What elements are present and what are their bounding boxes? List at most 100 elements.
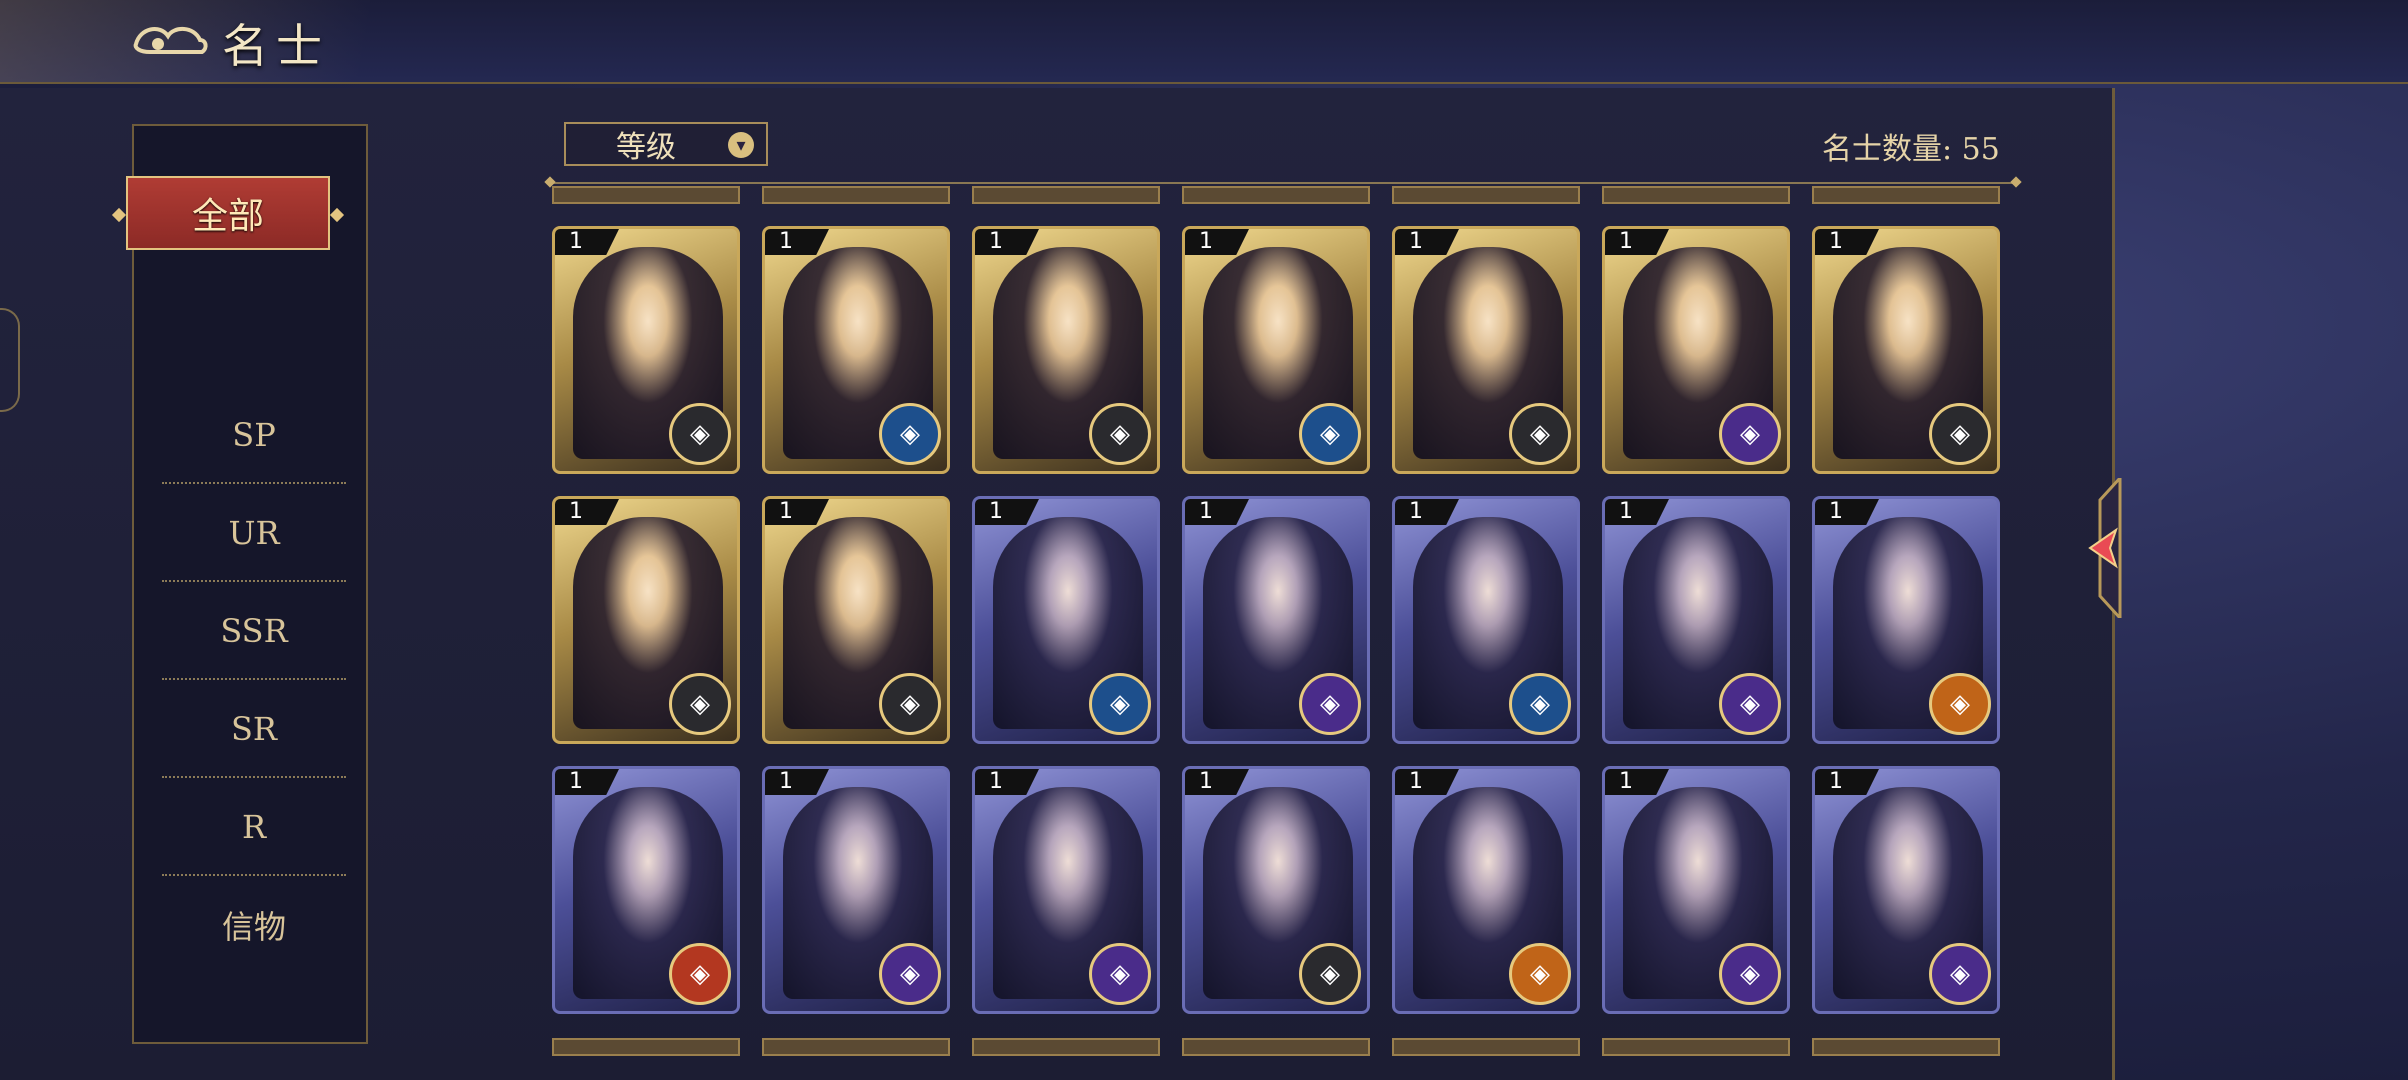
level-badge: 1 [1815, 229, 1879, 255]
character-card[interactable]: 1 ◈ [972, 496, 1160, 744]
character-card[interactable]: 1 ◈ [1182, 226, 1370, 474]
level-badge: 1 [1815, 499, 1879, 525]
character-card[interactable]: 1 ◈ [1812, 766, 2000, 1014]
level-badge: 1 [1185, 499, 1249, 525]
level-badge: 1 [1605, 229, 1669, 255]
character-card[interactable]: 1 ◈ [1392, 766, 1580, 1014]
character-card[interactable]: 1 ◈ [1812, 226, 2000, 474]
left-edge-decoration [0, 308, 20, 412]
level-badge: 1 [1395, 769, 1459, 795]
level-badge: 1 [555, 499, 619, 525]
character-card[interactable]: 1 ◈ [552, 766, 740, 1014]
filter-tab-all[interactable]: 全部 [126, 176, 330, 250]
purple-element-icon: ◈ [1299, 673, 1361, 735]
peek-card [1812, 1038, 2000, 1056]
blue-element-icon: ◈ [1509, 673, 1571, 735]
rarity-filter-sidebar: 全部 SP UR SSR SR R 信物 [126, 124, 368, 1044]
level-badge: 1 [1185, 229, 1249, 255]
character-card[interactable]: 1 ◈ [762, 226, 950, 474]
gray-element-icon: ◈ [669, 403, 731, 465]
peek-card [762, 186, 950, 204]
sort-dropdown[interactable]: 等级 ▾ [564, 122, 768, 166]
filter-tab-ur[interactable]: UR [162, 484, 346, 582]
peek-card [1602, 1038, 1790, 1056]
orange-element-icon: ◈ [1509, 943, 1571, 1005]
level-badge: 1 [975, 229, 1039, 255]
level-badge: 1 [1395, 229, 1459, 255]
peek-card [972, 1038, 1160, 1056]
purple-element-icon: ◈ [1719, 673, 1781, 735]
peek-row-bottom [552, 1038, 2012, 1056]
purple-element-icon: ◈ [1929, 943, 1991, 1005]
gray-element-icon: ◈ [879, 673, 941, 735]
level-badge: 1 [555, 229, 619, 255]
purple-element-icon: ◈ [879, 943, 941, 1005]
blue-element-icon: ◈ [1089, 673, 1151, 735]
peek-card [552, 1038, 740, 1056]
level-badge: 1 [765, 769, 829, 795]
character-card[interactable]: 1 ◈ [1602, 766, 1790, 1014]
peek-card [1392, 1038, 1580, 1056]
filter-tab-label: R [241, 808, 267, 846]
character-card[interactable]: 1 ◈ [972, 226, 1160, 474]
level-badge: 1 [555, 769, 619, 795]
peek-card [1812, 186, 2000, 204]
filter-tab-ssr[interactable]: SSR [162, 582, 346, 680]
red-element-icon: ◈ [669, 943, 731, 1005]
filter-tab-label: 信物 [221, 908, 286, 946]
gray-element-icon: ◈ [1929, 403, 1991, 465]
orange-element-icon: ◈ [1929, 673, 1991, 735]
level-badge: 1 [1395, 499, 1459, 525]
character-card[interactable]: 1 ◈ [762, 496, 950, 744]
peek-row-top [552, 186, 2012, 204]
peek-card [1602, 186, 1790, 204]
peek-card [762, 1038, 950, 1056]
filter-tab-label: SSR [220, 612, 288, 650]
character-card[interactable]: 1 ◈ [1182, 766, 1370, 1014]
character-card[interactable]: 1 ◈ [1392, 496, 1580, 744]
character-card[interactable]: 1 ◈ [1602, 226, 1790, 474]
character-count: 名士数量: 55 [1822, 132, 2000, 167]
level-badge: 1 [1605, 769, 1669, 795]
character-card[interactable]: 1 ◈ [1182, 496, 1370, 744]
character-card[interactable]: 1 ◈ [552, 496, 740, 744]
cloud-icon [133, 27, 208, 54]
level-badge: 1 [1815, 769, 1879, 795]
chevron-down-icon: ▾ [728, 132, 754, 158]
peek-card [1182, 186, 1370, 204]
peek-card [1182, 1038, 1370, 1056]
blue-element-icon: ◈ [1299, 403, 1361, 465]
peek-card [552, 186, 740, 204]
purple-element-icon: ◈ [1719, 943, 1781, 1005]
level-badge: 1 [1185, 769, 1249, 795]
gray-element-icon: ◈ [669, 673, 731, 735]
filter-tab-sp[interactable]: SP [162, 386, 346, 484]
collapse-arrow-icon[interactable] [2080, 478, 2124, 618]
peek-card [972, 186, 1160, 204]
character-card[interactable]: 1 ◈ [762, 766, 950, 1014]
peek-card [1392, 186, 1580, 204]
filter-tab-sr[interactable]: SR [162, 680, 346, 778]
filter-tab-r[interactable]: R [162, 778, 346, 876]
character-card[interactable]: 1 ◈ [552, 226, 740, 474]
character-card[interactable]: 1 ◈ [1392, 226, 1580, 474]
level-badge: 1 [765, 499, 829, 525]
gray-element-icon: ◈ [1089, 403, 1151, 465]
purple-element-icon: ◈ [1089, 943, 1151, 1005]
filter-tab-label: SR [230, 710, 277, 748]
sort-label: 等级 [616, 130, 676, 165]
level-badge: 1 [765, 229, 829, 255]
filter-tab-label: SP [232, 416, 276, 454]
level-badge: 1 [975, 499, 1039, 525]
character-card[interactable]: 1 ◈ [1812, 496, 2000, 744]
character-card[interactable]: 1 ◈ [1602, 496, 1790, 744]
level-badge: 1 [975, 769, 1039, 795]
divider [548, 182, 2018, 184]
filter-tab-token[interactable]: 信物 [162, 876, 346, 974]
page-title: 名士 [222, 19, 330, 73]
character-card[interactable]: 1 ◈ [972, 766, 1160, 1014]
gray-element-icon: ◈ [1299, 943, 1361, 1005]
blue-element-icon: ◈ [879, 403, 941, 465]
filter-tab-label: UR [228, 514, 280, 552]
gray-element-icon: ◈ [1509, 403, 1571, 465]
